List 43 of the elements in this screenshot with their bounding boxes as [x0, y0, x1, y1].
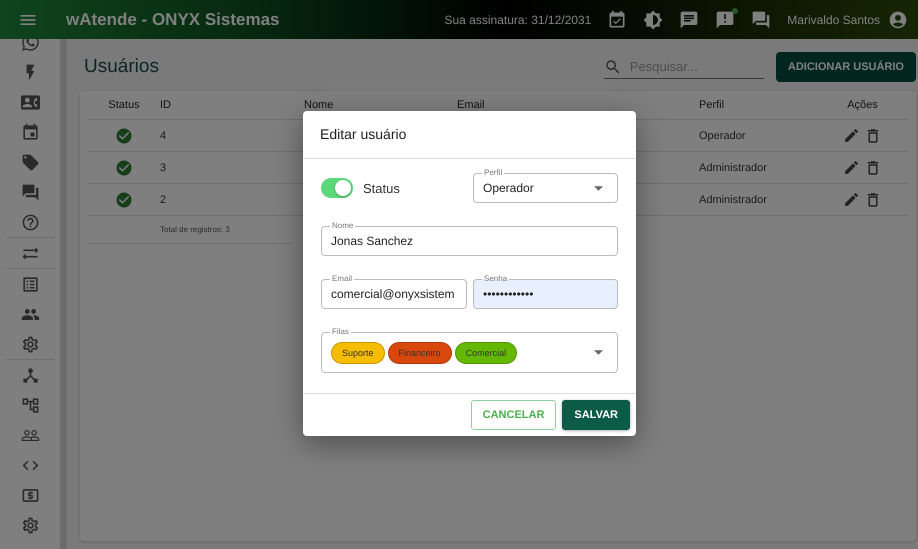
settings-icon[interactable]: [20, 516, 40, 534]
edit-icon[interactable]: [843, 191, 860, 208]
column-header: Ações: [817, 91, 908, 120]
list-icon[interactable]: [20, 274, 40, 294]
edit-icon[interactable]: [843, 159, 860, 176]
save-button[interactable]: SALVAR: [562, 400, 630, 430]
queue-chip: Suporte: [331, 342, 385, 364]
subscription-text: Sua assinatura: 31/12/2031: [444, 12, 592, 26]
alert-message-icon[interactable]: [715, 10, 736, 30]
column-header: Status: [88, 91, 160, 120]
user-name: Marivaldo Santos: [787, 12, 880, 26]
dialog-title: Editar usuário: [303, 111, 636, 159]
chats-icon[interactable]: [751, 10, 772, 30]
app-title: wAtende - ONYX Sistemas: [66, 10, 281, 30]
dropdown-caret-icon: [594, 350, 603, 355]
total-records: Total de registros: 3: [160, 225, 230, 234]
account-icon[interactable]: [888, 10, 908, 30]
search-icon: [604, 58, 622, 76]
table-cell: Administrador: [699, 152, 817, 184]
hub-icon[interactable]: [20, 366, 40, 384]
page-title: Usuários: [83, 56, 160, 78]
queue-chip: Comercial: [454, 342, 518, 364]
help-icon[interactable]: [20, 212, 40, 232]
theme-icon[interactable]: [643, 10, 664, 30]
table-cell: Administrador: [699, 184, 817, 216]
message-icon[interactable]: [679, 10, 700, 30]
queue-chip: Financeiro: [388, 342, 452, 364]
calendar-check-icon[interactable]: [607, 10, 628, 30]
column-header: Perfil: [699, 91, 817, 120]
add-user-button[interactable]: ADICIONAR USUÁRIO: [776, 52, 916, 82]
switch-label: Status: [363, 180, 401, 196]
chat-bubbles-icon[interactable]: [20, 182, 40, 202]
settings-icon[interactable]: [20, 334, 40, 354]
status-switch[interactable]: [321, 178, 353, 198]
table-cell: Operador: [699, 120, 817, 152]
calendar-icon[interactable]: [20, 122, 40, 142]
contact-card-icon[interactable]: [20, 92, 40, 112]
column-header: ID: [160, 91, 304, 120]
tree-icon[interactable]: [20, 396, 40, 414]
dropdown-caret-icon: [594, 186, 603, 190]
edit-icon[interactable]: [843, 127, 860, 144]
scrollbar[interactable]: [60, 39, 67, 549]
tag-icon[interactable]: [20, 152, 40, 172]
